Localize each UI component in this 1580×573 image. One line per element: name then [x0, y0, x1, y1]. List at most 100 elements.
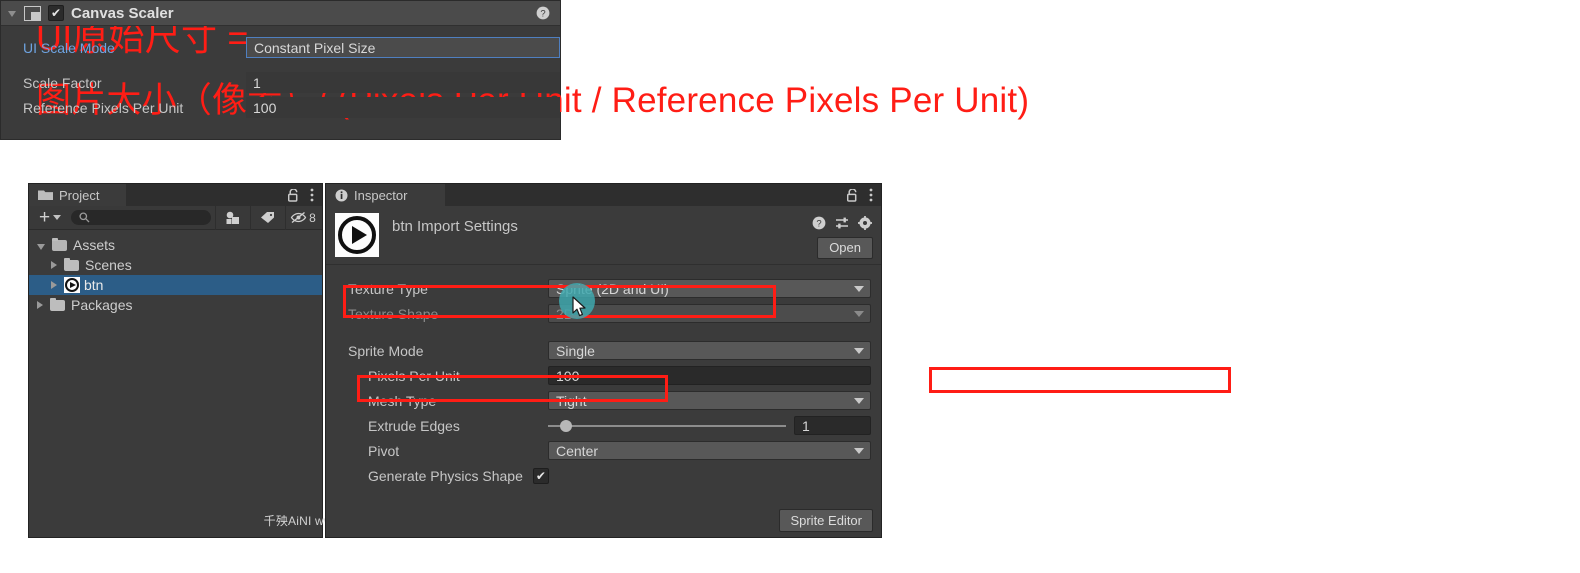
pixels-per-unit-value: 100 [556, 367, 580, 384]
folder-icon [50, 298, 65, 311]
triangle-collapsed-icon[interactable] [51, 281, 57, 289]
open-button[interactable]: Open [817, 237, 873, 259]
tree-item-scenes[interactable]: Scenes [29, 255, 322, 275]
row-generate-physics-shape: Generate Physics Shape ✔ [326, 463, 881, 488]
row-label: Texture Shape [348, 305, 439, 322]
project-asset-tree: Assets Scenes btn Packages [29, 230, 322, 315]
tab-inspector[interactable]: Inspector [326, 184, 445, 206]
pivot-value: Center [556, 442, 599, 459]
svg-text:?: ? [540, 9, 545, 20]
hidden-assets-toggle[interactable]: 8 [285, 205, 320, 230]
row-extrude-edges: Extrude Edges 1 [326, 413, 881, 438]
checkmark-icon: ✔ [50, 6, 62, 20]
pixels-per-unit-input[interactable]: 100 [548, 366, 871, 385]
generate-physics-shape-checkbox[interactable]: ✔ [532, 467, 549, 484]
sprite-icon [64, 277, 80, 293]
inspector-header: btn Import Settings ? Open [326, 206, 881, 265]
sprite-mode-value: Single [556, 342, 595, 359]
canvas-scaler-panel: ✔ Canvas Scaler ? UI Scale Mode Constant… [0, 0, 561, 140]
row-pixels-per-unit: Pixels Per Unit 100 [326, 363, 881, 388]
inspector-tabbar: Inspector [326, 184, 881, 206]
inspector-tab-icons [847, 184, 873, 206]
search-input[interactable] [90, 211, 211, 224]
lock-icon[interactable] [288, 188, 299, 202]
mouse-cursor [572, 296, 588, 318]
tree-item-assets[interactable]: Assets [29, 235, 322, 255]
chevron-down-icon [854, 397, 864, 404]
project-panel: Project + 8 Assets Scenes btn Packages 千… [28, 183, 394, 538]
row-label: Reference Pixels Per Unit [23, 99, 184, 116]
sprite-editor-button[interactable]: Sprite Editor [779, 509, 873, 532]
extrude-edges-value: 1 [802, 417, 810, 434]
row-label: Scale Factor [23, 74, 102, 91]
asset-thumbnail [335, 213, 379, 257]
svg-text:?: ? [816, 219, 821, 230]
project-toolbar: + 8 [29, 205, 322, 230]
inspector-header-icons: ? [812, 216, 872, 230]
chevron-down-icon [53, 215, 62, 220]
lock-icon[interactable] [847, 188, 858, 202]
triangle-collapsed-icon[interactable] [51, 261, 57, 269]
chevron-down-icon [854, 347, 864, 354]
texture-type-dropdown[interactable]: Sprite (2D and UI) [548, 279, 871, 298]
gear-icon[interactable] [858, 216, 872, 230]
reference-pixels-per-unit-value: 100 [253, 99, 277, 116]
search-icon [79, 212, 90, 223]
extrude-edges-input[interactable]: 1 [794, 416, 871, 435]
folder-icon [64, 258, 79, 271]
annotation-box-reference-pixels-per-unit [929, 367, 1231, 393]
scale-factor-input[interactable]: 1 [246, 72, 560, 93]
ui-scale-mode-dropdown[interactable]: Constant Pixel Size [246, 37, 560, 58]
canvas-scaler-enabled-checkbox[interactable]: ✔ [48, 5, 64, 21]
sprite-mode-dropdown[interactable]: Single [548, 341, 871, 360]
project-tabbar: Project [29, 184, 322, 206]
kebab-menu-icon[interactable] [310, 188, 314, 202]
pivot-dropdown[interactable]: Center [548, 441, 871, 460]
row-label: Pivot [368, 442, 400, 459]
folder-icon [52, 238, 67, 251]
ui-scale-mode-value: Constant Pixel Size [254, 39, 376, 56]
inspector-panel: Inspector btn Import Settings ? Open Tex… [325, 183, 882, 538]
filter-by-label-button[interactable] [250, 205, 285, 230]
hidden-assets-count: 8 [309, 210, 316, 225]
kebab-menu-icon[interactable] [869, 188, 873, 202]
slider-handle[interactable] [559, 419, 572, 432]
search-field-wrap[interactable] [71, 210, 211, 225]
canvas-scaler-header[interactable]: ✔ Canvas Scaler ? [1, 1, 560, 26]
row-scale-factor: Scale Factor 1 [1, 70, 560, 95]
row-pivot: Pivot Center [326, 438, 881, 463]
row-label: UI Scale Mode [23, 39, 115, 56]
row-label: Extrude Edges [368, 417, 460, 434]
folder-icon [38, 189, 53, 201]
help-icon[interactable]: ? [812, 216, 826, 230]
import-settings-rows: Texture Type Sprite (2D and UI) Texture … [326, 265, 881, 488]
preset-sliders-icon[interactable] [835, 216, 849, 230]
mesh-type-dropdown[interactable]: Tight [548, 391, 871, 410]
triangle-expanded-icon[interactable] [8, 11, 16, 17]
triangle-collapsed-icon[interactable] [37, 301, 43, 309]
triangle-expanded-icon[interactable] [37, 243, 45, 250]
reference-pixels-per-unit-input[interactable]: 100 [246, 97, 560, 118]
inspector-title: btn Import Settings [392, 218, 518, 235]
extrude-edges-slider-wrap: 1 [548, 416, 871, 435]
extrude-edges-slider[interactable] [548, 419, 786, 432]
tree-item-btn[interactable]: btn [29, 275, 322, 295]
scale-factor-value: 1 [253, 74, 261, 91]
project-tab-icons [288, 184, 314, 206]
tree-item-packages[interactable]: Packages [29, 295, 322, 315]
tab-project[interactable]: Project [29, 184, 126, 206]
chevron-down-icon [854, 447, 864, 454]
tab-inspector-label: Inspector [354, 187, 408, 203]
tag-icon [261, 212, 274, 223]
row-sprite-mode: Sprite Mode Single [326, 338, 881, 363]
help-icon[interactable]: ? [536, 6, 550, 20]
filter-by-type-button[interactable] [215, 205, 250, 230]
row-label: Mesh Type [368, 392, 437, 409]
tree-item-label: Assets [73, 237, 116, 253]
row-mesh-type: Mesh Type Tight [326, 388, 881, 413]
eye-slash-icon [290, 211, 307, 224]
canvas-scaler-rows: UI Scale Mode Constant Pixel Size Scale … [1, 26, 560, 120]
canvas-scaler-icon [24, 5, 41, 21]
row-label: Texture Type [348, 280, 428, 297]
create-asset-button[interactable]: + [31, 208, 67, 227]
